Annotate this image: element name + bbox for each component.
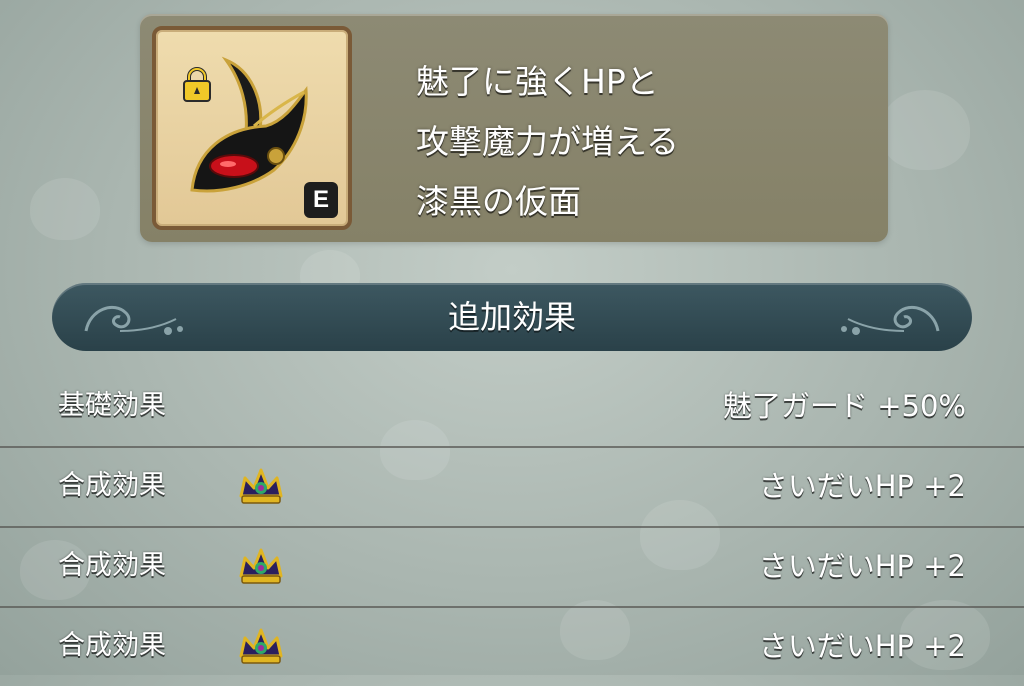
equipped-badge: E (304, 182, 338, 218)
section-header: 追加効果 (52, 283, 972, 351)
effect-value: 魅了ガード +50% (723, 389, 966, 423)
description-line-3: 漆黒の仮面 (416, 182, 581, 221)
effect-row-synthesis-1: 合成効果 さいだいHP +2 (0, 446, 1024, 528)
effect-label: 合成効果 (58, 470, 166, 501)
crown-icon (236, 546, 286, 592)
right-ornament-icon (841, 305, 940, 335)
effect-label: 合成効果 (58, 630, 166, 661)
effect-label: 基礎効果 (58, 390, 166, 421)
effect-value: さいだいHP +2 (758, 549, 966, 583)
item-icon-frame[interactable]: E (152, 26, 352, 230)
description-line-1: 魅了に強くHPと (416, 62, 659, 101)
effect-value: さいだいHP +2 (758, 629, 966, 663)
effect-value: さいだいHP +2 (758, 469, 966, 503)
effect-row-base: 基礎効果 魅了ガード +50% (0, 366, 1024, 448)
effect-label: 合成効果 (58, 550, 166, 581)
crown-icon (236, 626, 286, 672)
item-description: 魅了に強くHPと 攻撃魔力が増える 漆黒の仮面 (416, 52, 836, 232)
effect-row-synthesis-2: 合成効果 さいだいHP +2 (0, 526, 1024, 608)
description-line-2: 攻撃魔力が増える (416, 122, 680, 161)
crown-icon (236, 466, 286, 512)
effect-row-synthesis-3: 合成効果 さいだいHP +2 (0, 606, 1024, 686)
